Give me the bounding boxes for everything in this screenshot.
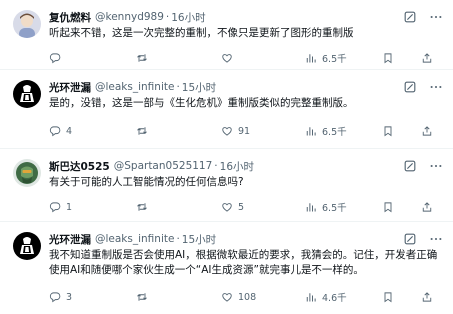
tweet[interactable]: 光环泄漏 @leaks_infinite · 15小时 是的，没错，这是一部与《… [0, 70, 453, 149]
bookmark-icon [382, 52, 394, 64]
timestamp[interactable]: 16小时 [171, 10, 205, 25]
tweet[interactable]: 光环泄漏 @leaks_infinite · 15小时 我不知道重制版是否会使用… [0, 221, 453, 314]
like-count: 5 [238, 201, 245, 213]
bookmark-icon [382, 125, 394, 137]
more-icon[interactable] [429, 232, 443, 246]
like-button[interactable]: 91 [221, 125, 250, 137]
share-icon [421, 201, 433, 213]
reply-button[interactable]: 4 [49, 125, 72, 137]
views-icon [305, 125, 317, 137]
like-button[interactable]: 108 [221, 291, 256, 303]
reply-count: 4 [66, 125, 73, 137]
retweet-button[interactable] [136, 52, 153, 64]
separator-dot: · [176, 233, 180, 245]
bookmark-button[interactable] [382, 291, 394, 303]
reply-button[interactable] [49, 52, 66, 64]
tweet[interactable]: 复仇燃料 @kennyd989 · 16小时 听起来不错，这是一次完整的重制，不… [0, 0, 453, 70]
grok-icon[interactable] [403, 159, 417, 173]
bookmark-button[interactable] [382, 201, 394, 213]
retweet-icon [136, 125, 148, 137]
separator-dot: · [176, 81, 180, 93]
views-button[interactable]: 4.6千 [305, 290, 347, 304]
like-icon [221, 201, 233, 213]
views-count: 6.5千 [322, 203, 347, 214]
reply-button[interactable]: 1 [49, 201, 72, 213]
display-name[interactable]: 光环泄漏 [49, 80, 91, 95]
separator-dot: · [165, 11, 170, 23]
more-icon[interactable] [429, 10, 443, 24]
like-count: 91 [238, 125, 251, 137]
share-icon [421, 291, 433, 303]
share-button[interactable] [421, 291, 433, 303]
share-button[interactable] [421, 201, 433, 213]
views-icon [305, 201, 317, 213]
views-button[interactable]: 6.5千 [305, 124, 347, 138]
views-count: 6.5千 [322, 54, 347, 65]
reply-count: 1 [66, 201, 73, 213]
user-handle[interactable]: @leaks_infinite [95, 233, 174, 245]
like-count: 108 [238, 291, 257, 303]
user-handle[interactable]: @Spartan0525117 [114, 160, 213, 172]
retweet-button[interactable] [136, 201, 153, 213]
more-icon[interactable] [429, 80, 443, 94]
display-name[interactable]: 斯巴达0525 [49, 159, 110, 174]
avatar[interactable] [13, 232, 41, 260]
user-handle[interactable]: @kennyd989 [95, 11, 164, 23]
views-count: 4.6千 [322, 293, 347, 304]
display-name[interactable]: 复仇燃料 [49, 10, 91, 25]
like-icon [221, 52, 233, 64]
retweet-icon [136, 291, 148, 303]
like-button[interactable]: 5 [221, 201, 244, 213]
reply-count: 3 [66, 291, 73, 303]
bookmark-icon [382, 291, 394, 303]
tweet-text: 听起来不错，这是一次完整的重制，不像只是更新了图形的重制版 [49, 27, 354, 39]
reply-icon [49, 201, 61, 213]
reply-icon [49, 52, 61, 64]
timestamp[interactable]: 15小时 [182, 80, 216, 95]
tweet-text: 有关于可能的人工智能情况的任何信息吗? [49, 176, 244, 188]
tweet-text: 是的，没错，这是一部与《生化危机》重制版类似的完整重制版。 [49, 97, 354, 109]
views-icon [305, 291, 317, 303]
tweet[interactable]: 斯巴达0525 @Spartan0525117 · 16小时 有关于可能的人工智… [0, 149, 453, 221]
separator-dot: · [214, 160, 218, 172]
views-count: 6.5千 [322, 127, 347, 138]
more-icon[interactable] [429, 159, 443, 173]
like-button[interactable] [221, 52, 238, 64]
retweet-icon [136, 52, 148, 64]
display-name[interactable]: 光环泄漏 [49, 232, 91, 247]
like-icon [221, 291, 233, 303]
avatar[interactable] [13, 159, 41, 187]
avatar[interactable] [13, 10, 41, 38]
bookmark-button[interactable] [382, 52, 394, 64]
bookmark-button[interactable] [382, 125, 394, 137]
retweet-icon [136, 201, 148, 213]
grok-icon[interactable] [403, 232, 417, 246]
reply-icon [49, 125, 61, 137]
bookmark-icon [382, 201, 394, 213]
grok-icon[interactable] [403, 80, 417, 94]
user-handle[interactable]: @leaks_infinite [95, 81, 174, 93]
share-button[interactable] [421, 52, 433, 64]
share-icon [421, 125, 433, 137]
retweet-button[interactable] [136, 125, 153, 137]
tweet-text: 我不知道重制版是否会使用AI，根据微软最近的要求，我猜会的。记住，开发者正确使用… [49, 249, 438, 276]
reply-icon [49, 291, 61, 303]
share-button[interactable] [421, 125, 433, 137]
grok-icon[interactable] [403, 10, 417, 24]
share-icon [421, 52, 433, 64]
timestamp[interactable]: 15小时 [182, 232, 216, 247]
retweet-button[interactable] [136, 291, 153, 303]
views-button[interactable]: 6.5千 [305, 200, 347, 214]
like-icon [221, 125, 233, 137]
views-button[interactable]: 6.5千 [305, 51, 347, 65]
reply-button[interactable]: 3 [49, 291, 72, 303]
timestamp[interactable]: 16小时 [220, 159, 254, 174]
avatar[interactable] [13, 80, 41, 108]
views-icon [305, 52, 317, 64]
